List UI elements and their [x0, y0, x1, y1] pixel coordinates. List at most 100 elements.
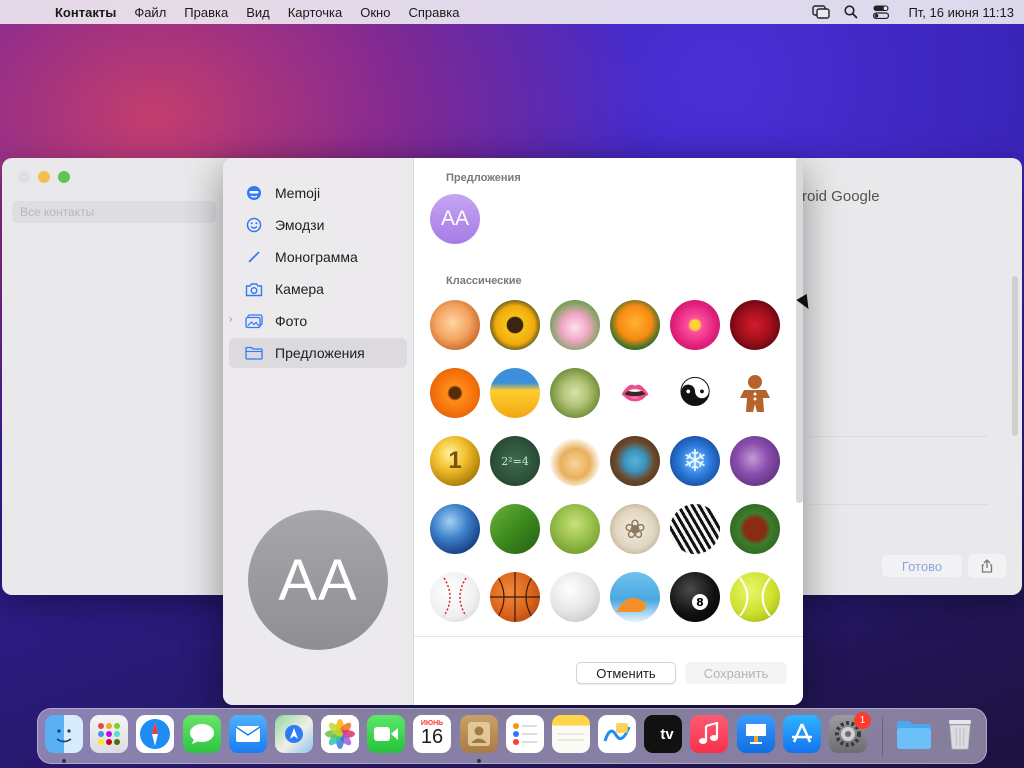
menu-view[interactable]: Вид [237, 5, 279, 20]
classic-image-lips[interactable]: 👄 [610, 368, 660, 418]
sidebar-item-photos[interactable]: Фото [229, 306, 407, 336]
sidebar-item-camera[interactable]: Камера [229, 274, 407, 304]
menu-window[interactable]: Окно [351, 5, 399, 20]
notification-badge: 1 [854, 712, 871, 729]
tv-label: tv [660, 725, 674, 743]
classic-image-lotus[interactable] [550, 300, 600, 350]
avatar-preview[interactable]: AA [248, 510, 388, 650]
sidebar-item-label: Монограмма [275, 249, 358, 265]
keynote-icon[interactable] [737, 715, 775, 753]
classic-image-yin-yang[interactable]: ☯ [670, 368, 720, 418]
classic-image-leaves[interactable] [550, 504, 600, 554]
classic-image-orange-rose[interactable] [430, 300, 480, 350]
done-button[interactable]: Готово [882, 555, 962, 577]
messages-icon[interactable] [183, 715, 221, 753]
divider [810, 504, 988, 505]
app-store-icon[interactable] [783, 715, 821, 753]
music-icon[interactable] [690, 715, 728, 753]
classic-image-yellow-flower[interactable] [490, 368, 540, 418]
cancel-button[interactable]: Отменить [576, 662, 676, 684]
window-controls [18, 171, 70, 183]
classic-image-tennis-ball[interactable] [730, 572, 780, 622]
reminders-icon[interactable] [506, 715, 544, 753]
close-window-button[interactable] [18, 171, 30, 183]
classic-image-gold-medal[interactable]: 1 [430, 436, 480, 486]
sidebar-item-monogram[interactable]: Монограмма [229, 242, 407, 272]
downloads-folder-icon[interactable] [895, 715, 933, 753]
sidebar-item-suggestions[interactable]: Предложения [229, 338, 407, 368]
menu-card[interactable]: Карточка [279, 5, 351, 20]
classic-image-eggs-in-nest[interactable] [610, 436, 660, 486]
folder-icon [243, 344, 265, 362]
classic-image-pink-zinnia[interactable] [670, 300, 720, 350]
running-indicator [477, 759, 481, 763]
save-button[interactable]: Сохранить [685, 662, 787, 684]
classic-image-dandelion[interactable] [550, 368, 600, 418]
classic-image-orange-daisy[interactable] [430, 368, 480, 418]
classic-image-golf-ball[interactable] [550, 572, 600, 622]
photo-picker-sheet: Memoji Эмодзи Монограмма Камера › Фото П… [223, 158, 803, 705]
safari-icon[interactable] [136, 715, 174, 753]
sidebar-item-emoji[interactable]: Эмодзи [229, 210, 407, 240]
calendar-icon[interactable]: ИЮНЬ 16 [413, 715, 451, 753]
system-settings-icon[interactable]: 1 [829, 712, 871, 753]
freeform-icon[interactable] [598, 715, 636, 753]
photos-icon [243, 312, 265, 330]
menu-clock[interactable]: Пт, 16 июня 11:13 [896, 5, 1014, 20]
classic-image-sunflower[interactable] [490, 300, 540, 350]
classic-image-football[interactable] [730, 504, 780, 554]
photos-app-icon[interactable] [321, 715, 359, 753]
picker-sidebar: Memoji Эмодзи Монограмма Камера › Фото П… [223, 158, 414, 705]
classic-image-surfboard[interactable] [610, 572, 660, 622]
menu-bar: Контакты Файл Правка Вид Карточка Окно С… [0, 0, 1024, 24]
classic-image-eight-ball[interactable]: 8 [670, 572, 720, 622]
menu-file[interactable]: Файл [125, 5, 175, 20]
classic-image-grid: 👄 ☯ 1 2²=4 ❄ ❀ 8 [430, 300, 790, 622]
classic-image-fortune-cookie[interactable] [550, 436, 600, 486]
screen-mirroring-icon[interactable] [806, 5, 836, 19]
divider [810, 436, 988, 437]
classic-image-earth[interactable] [430, 504, 480, 554]
classic-image-basketball[interactable] [490, 572, 540, 622]
spotlight-search-icon[interactable] [836, 5, 866, 19]
dock: ИЮНЬ 16 tv 1 [37, 708, 987, 764]
contact-scrollbar[interactable] [1012, 276, 1018, 436]
share-button[interactable] [968, 554, 1006, 578]
launchpad-icon[interactable] [90, 715, 128, 753]
menu-app-name[interactable]: Контакты [46, 5, 125, 20]
sidebar-item-label: Эмодзи [275, 217, 325, 233]
camera-icon [243, 280, 265, 298]
dock-separator [882, 717, 883, 757]
classic-image-baseball[interactable] [430, 572, 480, 622]
suggested-monogram[interactable]: AA [430, 194, 480, 244]
classic-image-green-leaf[interactable] [490, 504, 540, 554]
notes-icon[interactable] [552, 715, 590, 753]
sidebar-item-label: Камера [275, 281, 324, 297]
control-center-icon[interactable] [866, 5, 896, 19]
sidebar-item-memoji[interactable]: Memoji [229, 178, 407, 208]
emoji-icon [243, 216, 265, 234]
minimize-window-button[interactable] [38, 171, 50, 183]
apple-tv-icon[interactable]: tv [644, 715, 682, 753]
classic-image-snowflake[interactable]: ❄ [670, 436, 720, 486]
classic-image-lightning[interactable] [730, 436, 780, 486]
mail-icon[interactable] [229, 715, 267, 753]
pencil-icon [243, 248, 265, 266]
menu-help[interactable]: Справка [399, 5, 468, 20]
classic-image-chalkboard[interactable]: 2²=4 [490, 436, 540, 486]
content-scrollbar[interactable] [796, 158, 803, 503]
classic-image-sand-dollar[interactable]: ❀ [610, 504, 660, 554]
running-indicator [62, 759, 66, 763]
classic-image-red-rose[interactable] [730, 300, 780, 350]
facetime-icon[interactable] [367, 715, 405, 753]
classic-image-orange-poppy[interactable] [610, 300, 660, 350]
zoom-window-button[interactable] [58, 171, 70, 183]
classic-image-gingerbread-man[interactable] [730, 368, 780, 418]
trash-icon[interactable] [941, 715, 979, 753]
maps-icon[interactable] [275, 715, 313, 753]
contacts-icon[interactable] [460, 715, 498, 753]
contacts-search-input[interactable]: Все контакты [12, 201, 216, 223]
finder-icon[interactable] [45, 715, 83, 753]
menu-edit[interactable]: Правка [175, 5, 237, 20]
classic-image-zebra[interactable] [670, 504, 720, 554]
